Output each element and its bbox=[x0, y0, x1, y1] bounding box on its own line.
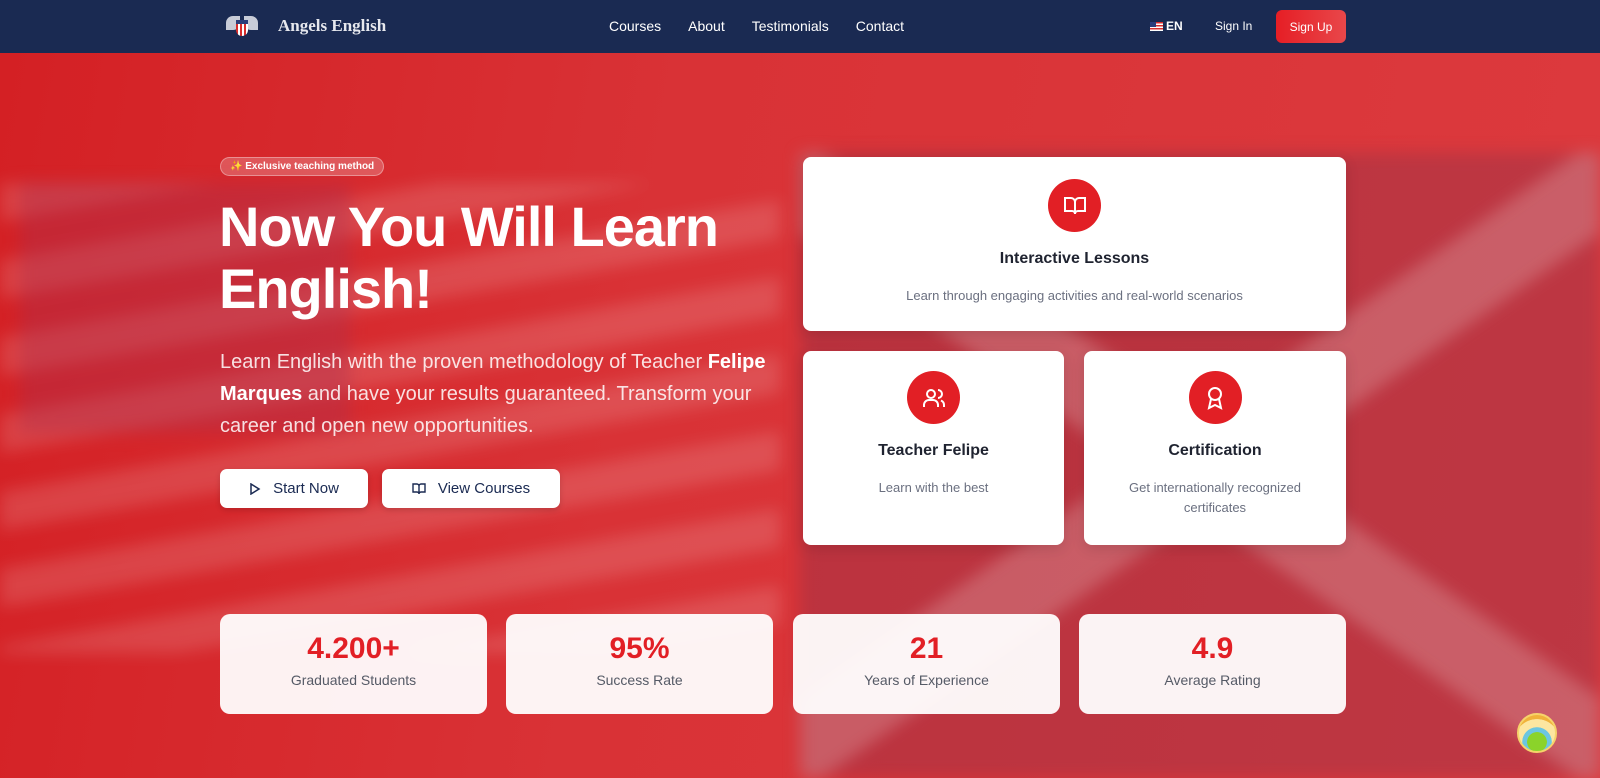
stat-value: 95% bbox=[609, 632, 670, 665]
play-icon bbox=[250, 482, 261, 495]
stat-card-experience: 21 Years of Experience bbox=[793, 614, 1060, 714]
book-open-icon bbox=[1048, 179, 1101, 232]
stat-label: Success Rate bbox=[596, 672, 683, 688]
book-icon bbox=[412, 482, 426, 494]
language-selector[interactable]: EN bbox=[1150, 19, 1183, 33]
language-label: EN bbox=[1166, 19, 1183, 33]
view-courses-button[interactable]: View Courses bbox=[382, 469, 560, 508]
feature-card-teacher: Teacher Felipe Learn with the best bbox=[803, 351, 1064, 545]
sign-up-button[interactable]: Sign Up bbox=[1276, 10, 1346, 43]
exclusive-method-badge: ✨ Exclusive teaching method bbox=[220, 157, 385, 176]
nav-link-courses[interactable]: Courses bbox=[609, 18, 661, 34]
hero-section: ✨ Exclusive teaching method Now You Will… bbox=[0, 53, 1600, 778]
logo-icon bbox=[226, 10, 258, 42]
hero-title: Now You Will Learn English! bbox=[219, 195, 719, 320]
stat-label: Average Rating bbox=[1164, 672, 1261, 688]
stat-value: 21 bbox=[909, 632, 944, 665]
hero-subtitle: Learn English with the proven methodolog… bbox=[220, 346, 780, 442]
stat-label: Graduated Students bbox=[290, 672, 417, 688]
feature-title: Interactive Lessons bbox=[999, 250, 1150, 267]
sign-in-link[interactable]: Sign In bbox=[1215, 19, 1252, 33]
stat-card-success-rate: 95% Success Rate bbox=[506, 614, 773, 714]
stat-label: Years of Experience bbox=[864, 672, 989, 688]
logo-link[interactable]: Angels English bbox=[226, 10, 386, 42]
stat-card-rating: 4.9 Average Rating bbox=[1079, 614, 1346, 714]
award-icon bbox=[1188, 371, 1242, 424]
view-courses-label: View Courses bbox=[437, 480, 531, 497]
feature-desc: Learn with the best bbox=[878, 480, 989, 495]
beach-widget-icon[interactable] bbox=[1517, 713, 1557, 753]
feature-card-certification: Certification Get internationally recogn… bbox=[1084, 351, 1346, 545]
top-navbar: Angels English Courses About Testimonial… bbox=[0, 0, 1600, 53]
subtitle-part: Learn English with the proven methodolog… bbox=[220, 351, 708, 373]
nav-link-contact[interactable]: Contact bbox=[856, 18, 904, 34]
brand-name: Angels English bbox=[278, 16, 387, 35]
users-icon bbox=[907, 371, 960, 424]
start-now-button[interactable]: Start Now bbox=[220, 469, 368, 508]
stat-value: 4.9 bbox=[1191, 632, 1234, 665]
feature-desc: Get internationally recognized certifica… bbox=[1129, 480, 1301, 515]
start-now-label: Start Now bbox=[273, 480, 339, 497]
nav-link-about[interactable]: About bbox=[688, 18, 725, 34]
us-flag-icon bbox=[1150, 21, 1163, 31]
feature-card-interactive-lessons: Interactive Lessons Learn through engagi… bbox=[803, 157, 1346, 331]
feature-title: Certification bbox=[1168, 442, 1262, 459]
feature-desc: Learn through engaging activities and re… bbox=[906, 288, 1243, 303]
feature-title: Teacher Felipe bbox=[878, 442, 989, 459]
stat-value: 4.200+ bbox=[307, 632, 400, 665]
nav-link-testimonials[interactable]: Testimonials bbox=[752, 18, 829, 34]
stat-card-graduates: 4.200+ Graduated Students bbox=[220, 614, 487, 714]
